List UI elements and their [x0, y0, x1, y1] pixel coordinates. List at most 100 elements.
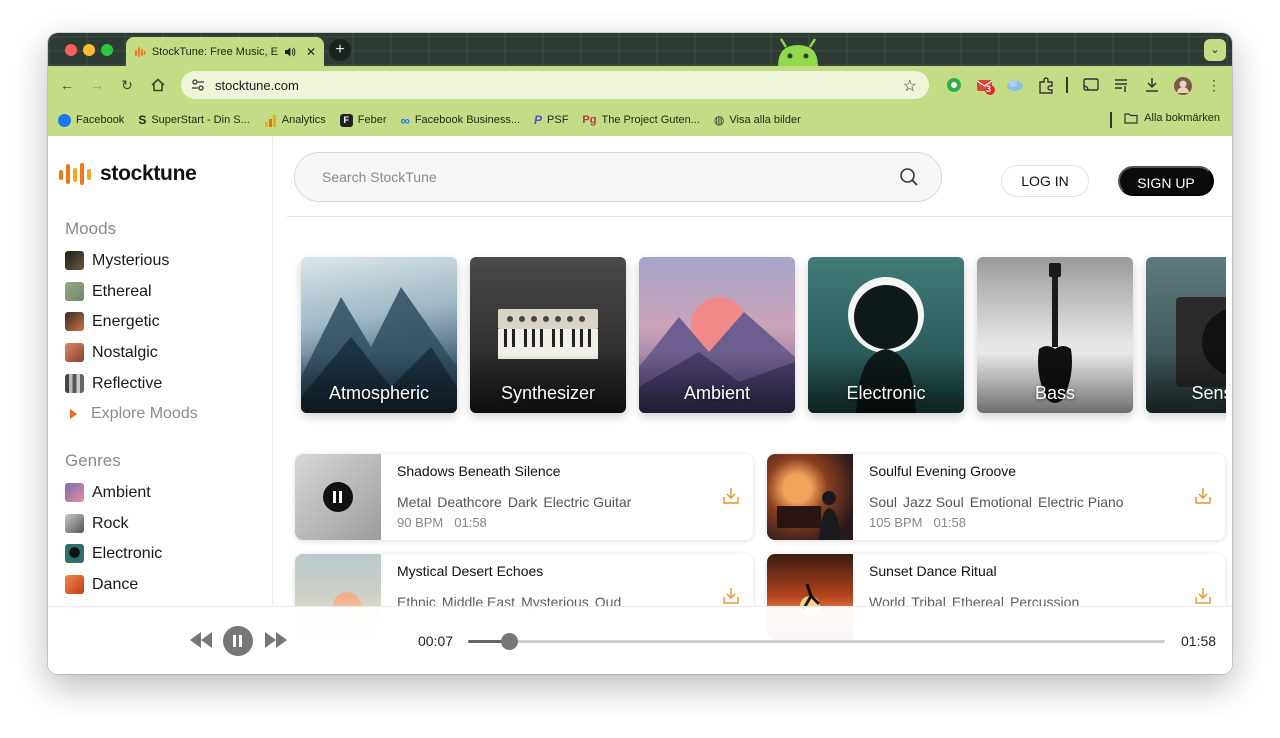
- address-bar[interactable]: stocktune.com ☆: [181, 71, 929, 99]
- sidebar-item-nostalgic[interactable]: Nostalgic: [65, 343, 158, 362]
- tab-search-chevron-icon[interactable]: ⌄: [1204, 39, 1226, 61]
- media-queue-icon[interactable]: [1113, 76, 1131, 94]
- tag-link[interactable]: Soul: [869, 494, 897, 510]
- close-window-button[interactable]: [65, 44, 77, 56]
- tab-strip: StockTune: Free Music, Enjoy Stock Music…: [48, 33, 1232, 66]
- track-title[interactable]: Shadows Beneath Silence: [397, 463, 560, 479]
- sidebar-item-ambient[interactable]: Ambient: [65, 483, 151, 502]
- bookmark-label: Facebook: [76, 114, 125, 126]
- category-label: Ambient: [683, 383, 751, 403]
- progress-slider[interactable]: [468, 633, 1165, 650]
- player-pause-button[interactable]: [223, 626, 253, 656]
- tag-link[interactable]: Metal: [397, 494, 431, 510]
- superstart-icon: S: [138, 113, 147, 127]
- category-card-synthesizer[interactable]: Synthesizer: [470, 257, 626, 413]
- minimize-window-button[interactable]: [83, 44, 95, 56]
- sidebar-item-reflective[interactable]: Reflective: [65, 374, 162, 393]
- home-icon[interactable]: [149, 76, 167, 94]
- site-settings-icon[interactable]: [191, 78, 205, 92]
- green-extension-icon[interactable]: [945, 76, 963, 94]
- bookmark-label: The Project Guten...: [601, 114, 700, 126]
- profile-avatar-icon[interactable]: [1173, 76, 1192, 95]
- category-card-bass[interactable]: Bass: [977, 257, 1133, 413]
- android-mascot-icon: [778, 38, 818, 66]
- all-bookmarks-button[interactable]: Alla bokmärken: [1124, 112, 1220, 124]
- explore-moods-link[interactable]: Explore Moods: [65, 405, 198, 423]
- tag-link[interactable]: Dark: [508, 494, 538, 510]
- puzzle-extensions-icon[interactable]: [1037, 76, 1055, 94]
- ambient-thumbnail: [65, 483, 84, 502]
- tag-link[interactable]: Jazz Soul: [903, 494, 964, 510]
- bookmark-label: PSF: [547, 114, 569, 126]
- download-icon[interactable]: [723, 587, 739, 605]
- electronic-thumbnail: [65, 544, 84, 563]
- energetic-thumbnail: [65, 312, 84, 331]
- track-title[interactable]: Soulful Evening Groove: [869, 463, 1016, 479]
- close-tab-icon[interactable]: ✕: [306, 45, 316, 59]
- track-title[interactable]: Mystical Desert Echoes: [397, 563, 543, 579]
- bookmark-visa-alla-bilder[interactable]: ◍ Visa alla bilder: [714, 113, 801, 127]
- track-card[interactable]: Soulful Evening Groove Soul Jazz Soul Em…: [767, 454, 1225, 540]
- maximize-window-button[interactable]: [101, 44, 113, 56]
- category-card-atmospheric[interactable]: Atmospheric: [301, 257, 457, 413]
- signup-button[interactable]: SIGN UP: [1118, 166, 1214, 196]
- reload-icon[interactable]: ↻: [118, 76, 136, 94]
- sidebar-item-electronic[interactable]: Electronic: [65, 544, 162, 563]
- track-tags: Soul Jazz Soul Emotional Electric Piano: [869, 494, 1124, 510]
- search-input[interactable]: [322, 169, 899, 185]
- category-card-sensual[interactable]: Sensual: [1146, 257, 1226, 413]
- sidebar-item-dance[interactable]: Dance: [65, 575, 138, 594]
- category-label: Synthesizer: [500, 383, 596, 403]
- nostalgic-thumbnail: [65, 343, 84, 362]
- cloud-extension-icon[interactable]: [1006, 76, 1024, 94]
- forward-arrow-icon[interactable]: →: [88, 76, 106, 94]
- tag-link[interactable]: Deathcore: [437, 494, 502, 510]
- bookmark-analytics[interactable]: Analytics: [264, 114, 326, 127]
- bookmark-facebook-business[interactable]: ∞ Facebook Business...: [401, 113, 520, 128]
- pause-icon: [333, 491, 336, 503]
- stocktune-logo-icon: [59, 163, 91, 185]
- sidebar-item-ethereal[interactable]: Ethereal: [65, 282, 152, 301]
- download-icon[interactable]: [1143, 76, 1161, 94]
- back-arrow-icon[interactable]: ←: [58, 76, 76, 94]
- dance-thumbnail: [65, 575, 84, 594]
- facebook-icon: [58, 113, 71, 127]
- bookmark-star-icon[interactable]: ☆: [903, 76, 917, 96]
- tag-link[interactable]: Emotional: [970, 494, 1032, 510]
- sidebar-item-label: Rock: [92, 514, 129, 532]
- category-card-electronic[interactable]: Electronic: [808, 257, 964, 413]
- browser-tab[interactable]: StockTune: Free Music, Enjoy Stock Music…: [126, 37, 324, 66]
- new-tab-button[interactable]: +: [329, 39, 351, 61]
- bookmark-gutenberg[interactable]: Pg The Project Guten...: [582, 114, 700, 126]
- bookmark-psf[interactable]: P PSF: [534, 113, 568, 127]
- rewind-icon[interactable]: [189, 631, 213, 649]
- speaker-icon[interactable]: [284, 46, 296, 58]
- bookmark-feber[interactable]: F Feber: [339, 113, 387, 127]
- toolbar-divider: [1066, 77, 1068, 93]
- bookmark-facebook[interactable]: Facebook: [58, 113, 125, 127]
- download-icon[interactable]: [1195, 487, 1211, 505]
- tag-link[interactable]: Electric Guitar: [543, 494, 631, 510]
- progress-knob[interactable]: [501, 633, 519, 650]
- tag-link[interactable]: Electric Piano: [1038, 494, 1124, 510]
- download-icon[interactable]: [1195, 587, 1211, 605]
- fast-forward-icon[interactable]: [264, 631, 288, 649]
- login-button[interactable]: LOG IN: [1001, 165, 1089, 197]
- pause-button[interactable]: [323, 482, 353, 512]
- sidebar-item-rock[interactable]: Rock: [65, 514, 128, 533]
- category-card-ambient[interactable]: Ambient: [639, 257, 795, 413]
- browser-menu-icon[interactable]: ⋮: [1205, 76, 1223, 94]
- download-icon[interactable]: [723, 487, 739, 505]
- track-meta: 90 BPM 01:58: [397, 515, 487, 530]
- search-icon[interactable]: [899, 167, 919, 187]
- sidebar-item-mysterious[interactable]: Mysterious: [65, 251, 169, 270]
- stocktune-logo[interactable]: stocktune: [58, 162, 197, 186]
- track-title[interactable]: Sunset Dance Ritual: [869, 563, 997, 579]
- mail-extension-icon[interactable]: 3: [976, 76, 995, 95]
- bookmark-superstart[interactable]: S SuperStart - Din S...: [138, 113, 249, 127]
- bookmark-label: Facebook Business...: [414, 114, 520, 126]
- cast-icon[interactable]: [1082, 76, 1100, 94]
- track-card[interactable]: Shadows Beneath Silence Metal Deathcore …: [295, 454, 753, 540]
- search-bar[interactable]: [294, 152, 942, 202]
- sidebar-item-energetic[interactable]: Energetic: [65, 312, 160, 331]
